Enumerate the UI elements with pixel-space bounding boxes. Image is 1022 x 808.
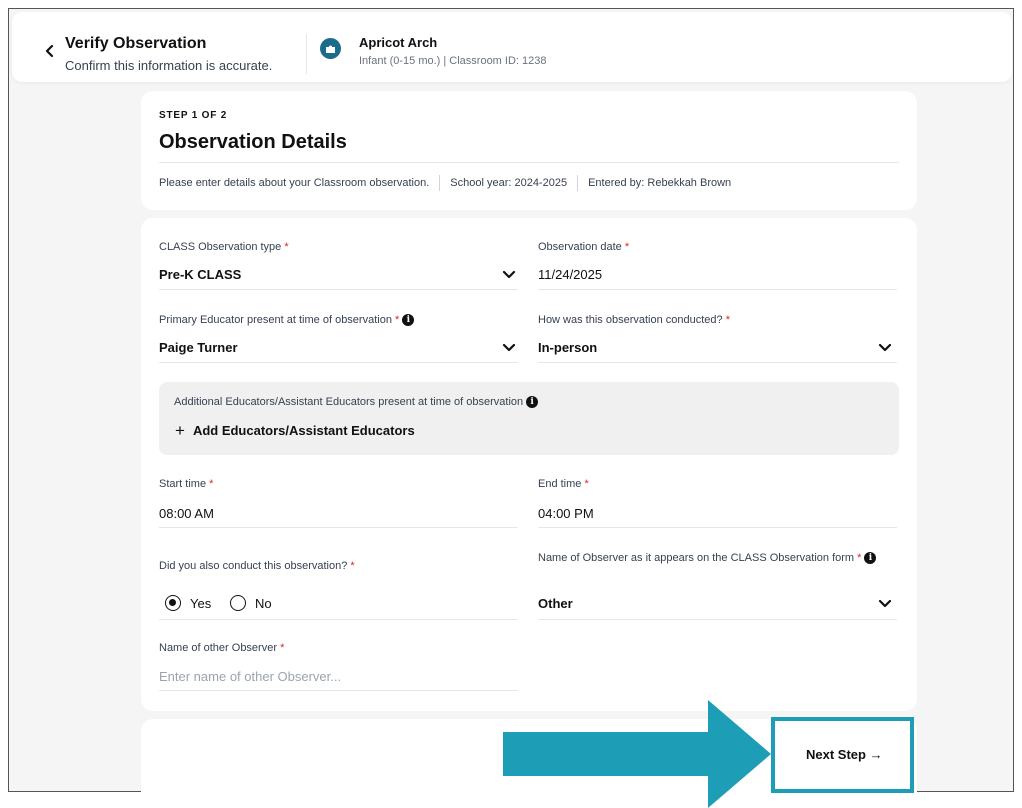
conducted-select[interactable]: In-person	[538, 340, 597, 355]
field-underline	[159, 527, 518, 528]
header-divider	[306, 34, 307, 74]
section-title: Observation Details	[159, 131, 347, 153]
next-step-button[interactable]: Next Step →	[806, 747, 883, 762]
field-underline	[538, 619, 897, 620]
primary-educator-select[interactable]: Paige Turner	[159, 340, 238, 355]
additional-educators-panel	[159, 382, 899, 455]
yes-radio-label: Yes	[190, 596, 212, 611]
observer-name-select[interactable]: Other	[538, 596, 573, 611]
conducted-label: How was this observation conducted? *	[538, 314, 731, 326]
no-radio[interactable]	[230, 595, 246, 611]
section-divider	[159, 162, 899, 163]
meta-instructions: Please enter details about your Classroo…	[159, 177, 430, 189]
yes-radio[interactable]	[165, 595, 181, 611]
meta-school-year: School year: 2024-2025	[450, 177, 568, 189]
meta-entered-by: Entered by: Rebekkah Brown	[588, 177, 732, 189]
puzzle-icon	[320, 38, 341, 59]
other-observer-label: Name of other Observer *	[159, 642, 285, 654]
observer-name-label: Name of Observer as it appears on the CL…	[538, 551, 878, 566]
chevron-left-icon[interactable]	[40, 40, 58, 62]
no-radio-label: No	[255, 596, 272, 611]
additional-educators-label: Additional Educators/Assistant Educators…	[174, 396, 539, 409]
classroom-meta: Infant (0-15 mo.) | Classroom ID: 1238	[359, 55, 547, 67]
info-icon[interactable]: i	[526, 396, 539, 409]
end-time-input[interactable]: 04:00 PM	[538, 506, 594, 521]
observation-date-input[interactable]: 11/24/2025	[538, 267, 602, 282]
step-card: STEP 1 OF 2 Observation Details Please e…	[141, 91, 917, 210]
page-title: Verify Observation	[65, 35, 207, 52]
chevron-down-icon[interactable]	[878, 343, 892, 353]
start-time-input[interactable]: 08:00 AM	[159, 506, 214, 521]
meta-separator	[439, 175, 441, 191]
add-educators-label: Add Educators/Assistant Educators	[192, 423, 415, 438]
arrow-right-icon	[503, 700, 771, 808]
observation-type-select[interactable]: Pre-K CLASS	[159, 267, 241, 282]
observation-form: CLASS Observation type * Pre-K CLASS Obs…	[141, 218, 917, 711]
observation-type-label: CLASS Observation type *	[159, 241, 289, 253]
other-observer-input[interactable]: Enter name of other Observer...	[159, 669, 341, 684]
chevron-down-icon[interactable]	[502, 343, 516, 353]
info-icon[interactable]: i	[864, 552, 877, 565]
page-header: Verify Observation Confirm this informat…	[12, 12, 1012, 82]
next-step-label: Next Step	[806, 747, 866, 762]
chevron-down-icon[interactable]	[878, 599, 892, 609]
meta-separator	[577, 175, 579, 191]
observation-meta: Please enter details about your Classroo…	[159, 175, 731, 191]
step-indicator: STEP 1 OF 2	[159, 110, 228, 121]
field-underline	[159, 362, 518, 363]
chevron-down-icon[interactable]	[502, 270, 516, 280]
primary-educator-label: Primary Educator present at time of obse…	[159, 314, 415, 327]
start-time-label: Start time *	[159, 478, 214, 490]
add-educators-button[interactable]: + Add Educators/Assistant Educators	[175, 421, 415, 441]
field-underline	[159, 289, 518, 290]
classroom-name: Apricot Arch	[359, 35, 438, 50]
field-underline	[159, 690, 518, 691]
observation-date-label: Observation date *	[538, 241, 630, 253]
plus-icon: +	[175, 421, 185, 440]
info-icon[interactable]: i	[402, 314, 415, 327]
field-underline	[159, 619, 518, 620]
end-time-label: End time *	[538, 478, 589, 490]
also-conducted-label: Did you also conduct this observation? *	[159, 560, 355, 572]
field-underline	[538, 362, 897, 363]
field-underline	[538, 289, 897, 290]
field-underline	[538, 527, 897, 528]
arrow-right-icon: →	[869, 747, 883, 762]
page-subtitle: Confirm this information is accurate.	[65, 58, 273, 73]
